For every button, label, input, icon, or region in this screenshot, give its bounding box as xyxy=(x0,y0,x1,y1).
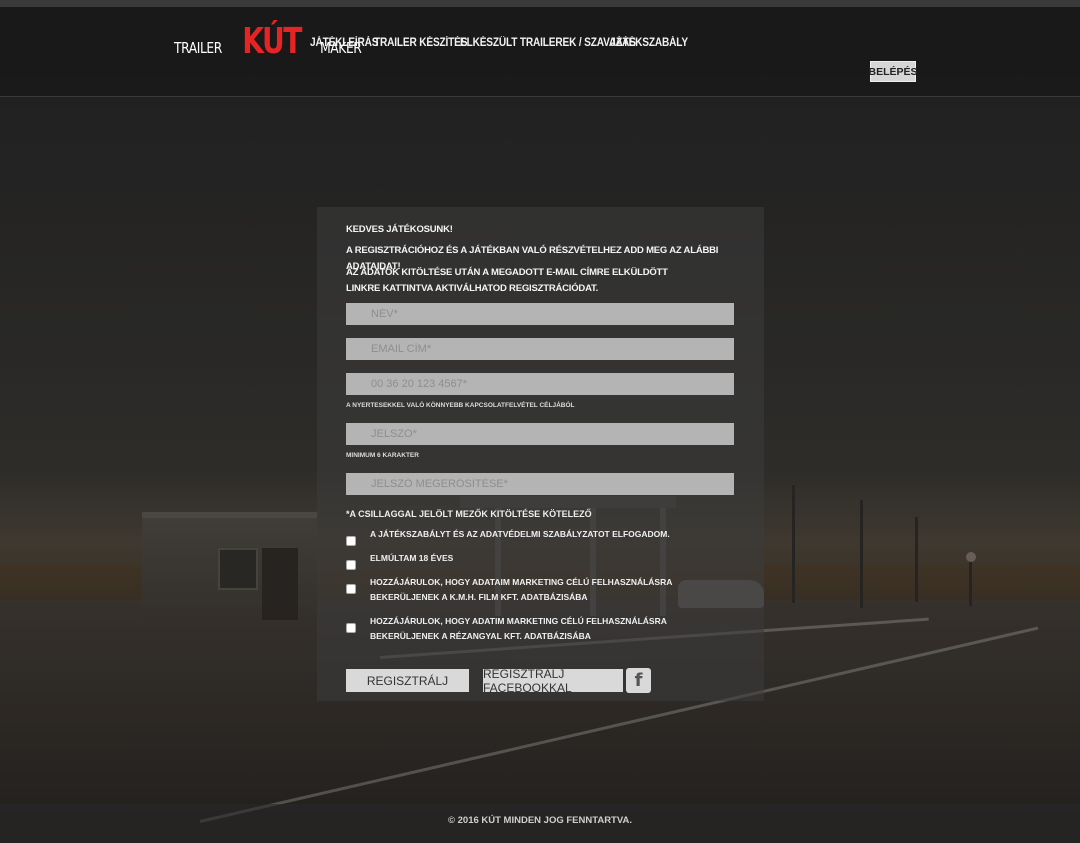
nav-item-jatekszabaly[interactable]: Játékszabály xyxy=(610,37,688,49)
name-field[interactable] xyxy=(346,303,734,325)
required-note: *A csillaggal jelölt mezők kitöltése köt… xyxy=(346,509,592,519)
nav-item-jatekleiras[interactable]: Játékleírás xyxy=(310,37,379,49)
activation-text: Az adatok kitöltése után a megadott e-ma… xyxy=(346,267,668,294)
phone-field[interactable] xyxy=(346,373,734,395)
logo-word-kut: KÚT xyxy=(242,21,303,62)
logo-word-trailer: TRAILER xyxy=(174,39,222,57)
kmh-marketing-checkbox[interactable] xyxy=(346,584,356,594)
register-button[interactable]: Regisztrálj xyxy=(346,669,469,692)
site-header: TRAILER KÚT MAKER Játékleírás Trailer ké… xyxy=(0,7,1080,97)
phone-hint: A nyertesekkel való könnyebb kapcsolatfe… xyxy=(346,402,575,409)
password-field[interactable] xyxy=(346,423,734,445)
rezangyal-marketing-checkbox[interactable] xyxy=(346,623,356,633)
rezangyal-marketing-label: Hozzájárulok, hogy adatim marketing célú… xyxy=(370,616,667,641)
age-checkbox[interactable] xyxy=(346,560,356,570)
facebook-icon[interactable]: f xyxy=(626,668,651,693)
terms-label: A játékszabályt és az adatvédelmi szabál… xyxy=(370,529,670,539)
footer-copyright: © 2016 Kút minden jog fenntartva. xyxy=(447,815,632,826)
register-facebook-button[interactable]: Regisztrálj Facebookkal xyxy=(483,667,623,695)
main-nav: Játékleírás Trailer készítés Elkészült t… xyxy=(310,37,715,49)
password-hint: Minimum 6 karakter xyxy=(346,452,419,459)
kmh-marketing-label: Hozzájárulok, hogy adataim marketing cél… xyxy=(370,577,673,602)
nav-item-elkeszult-trailerek[interactable]: Elkészült trailerek / szavazás xyxy=(460,37,636,49)
top-strip xyxy=(0,0,1080,7)
email-field[interactable] xyxy=(346,338,734,360)
age-label: Elmúltam 18 éves xyxy=(370,553,454,563)
login-button[interactable]: Belépés xyxy=(869,61,918,82)
password-confirm-field[interactable] xyxy=(346,473,734,495)
nav-item-trailer-keszites[interactable]: Trailer készítés xyxy=(374,37,468,49)
greeting-text: Kedves Játékosunk! xyxy=(346,224,453,235)
terms-checkbox[interactable] xyxy=(346,536,356,546)
